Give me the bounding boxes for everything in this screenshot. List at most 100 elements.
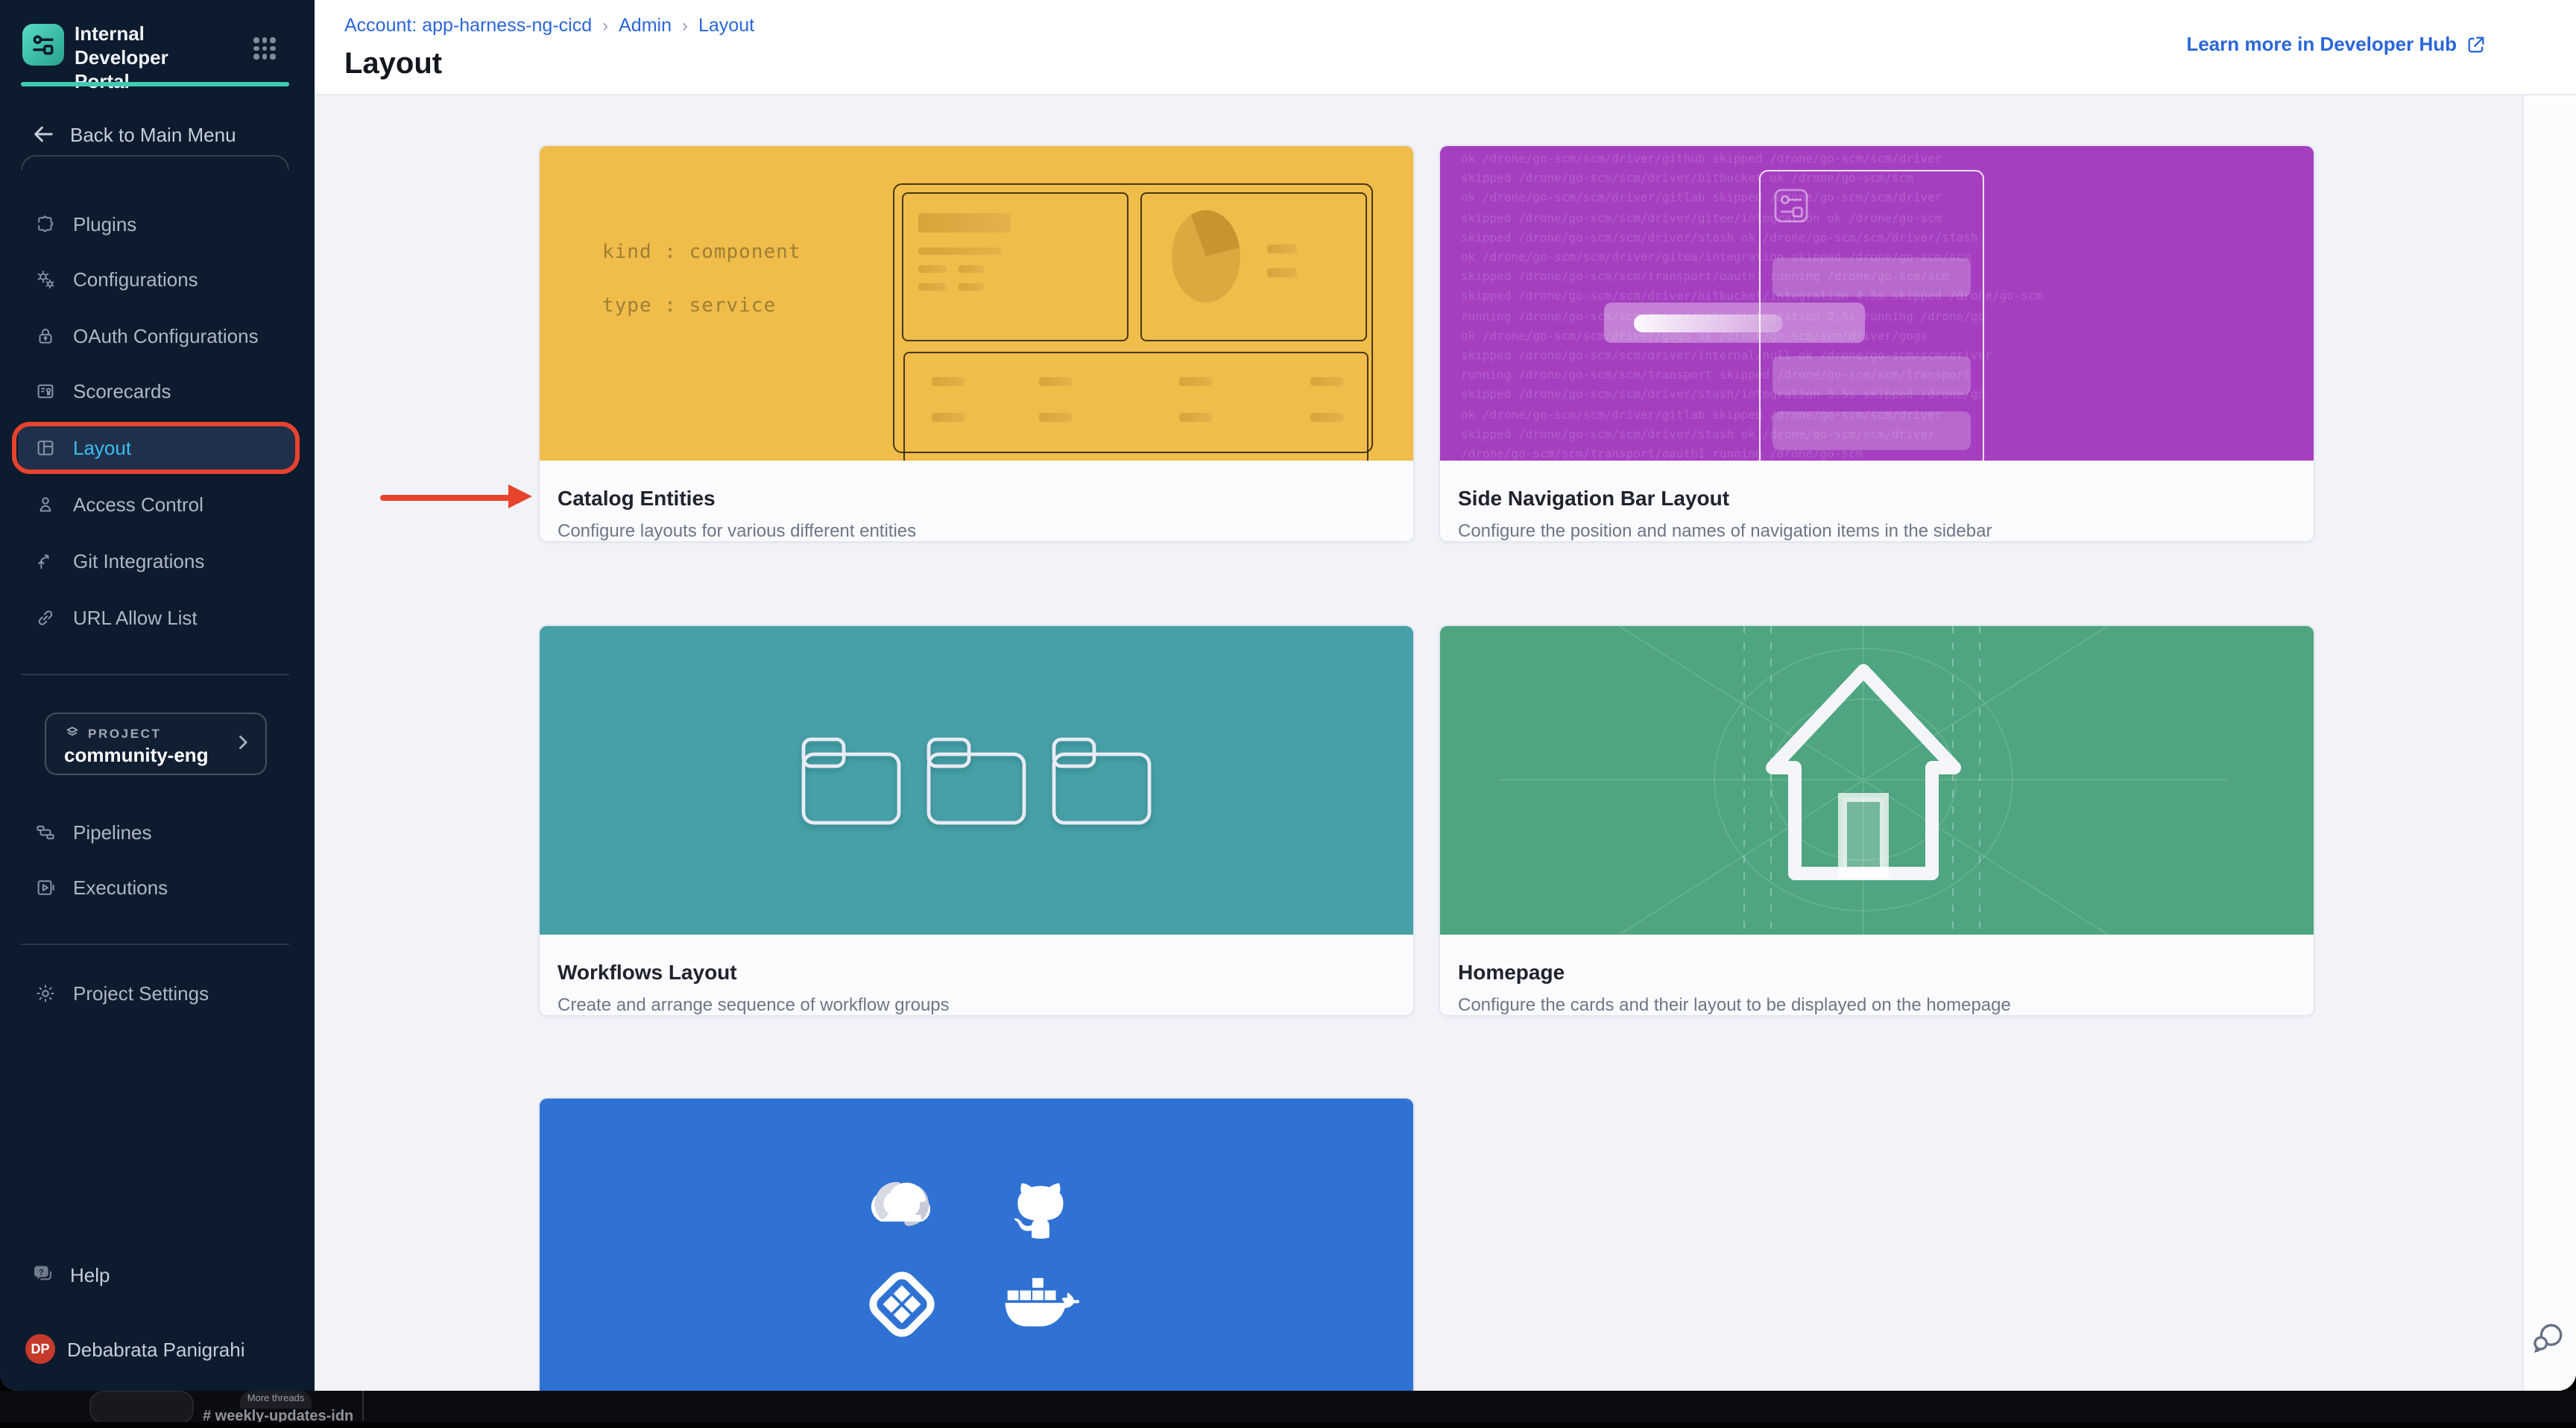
more-threads-pill: More threads: [240, 1391, 312, 1409]
project-kicker: PROJECT: [88, 725, 162, 740]
house-blueprint-icon: [1440, 626, 2314, 935]
sidebar-item-git-integrations[interactable]: Git Integrations: [18, 538, 297, 583]
link-icon: [34, 606, 57, 628]
page-title: Layout: [344, 48, 442, 82]
user-menu[interactable]: DP Debabrata Panigrahi: [18, 1328, 301, 1370]
card-side-navigation-bar-layout[interactable]: ok /drone/go-scm/scm/driver/github skipp…: [1439, 145, 2315, 543]
project-name: community-eng: [64, 744, 209, 766]
sidebar-item-oauth-configurations[interactable]: OAuth Configurations: [18, 313, 297, 358]
nav-dragged-bar: [1604, 303, 1865, 343]
card-title: Workflows Layout: [558, 960, 1395, 984]
main-content: kind : component type : service: [315, 95, 2576, 1391]
sidebar-item-project-settings[interactable]: Project Settings: [18, 970, 297, 1015]
strip-divider: [362, 1391, 364, 1421]
card-description: Configure layouts for various different …: [558, 520, 1395, 541]
chat-widget-button[interactable]: [2528, 1318, 2567, 1356]
card-catalog-entities[interactable]: kind : component type : service: [538, 145, 1415, 543]
pipelines-icon: [34, 821, 57, 843]
arrow-left-icon: [31, 122, 55, 146]
code-line: kind : component: [602, 241, 801, 264]
drag-highlight: [1634, 315, 1783, 332]
sidebar-item-label: OAuth Configurations: [73, 324, 259, 347]
breadcrumb-separator: ›: [682, 15, 688, 36]
chat-bubbles-icon: [2528, 1318, 2567, 1356]
pie-chart-shape: [1172, 210, 1240, 303]
sidebar-item-pipelines[interactable]: Pipelines: [18, 809, 297, 854]
project-selector[interactable]: PROJECT community-eng: [45, 713, 267, 775]
screen: Internal DeveloperPortal Back to Main Me…: [0, 0, 2576, 1428]
learn-more-link[interactable]: Learn more in Developer Hub: [2186, 33, 2487, 55]
svg-text:?: ?: [39, 1268, 44, 1277]
sidebar-item-label: Plugins: [73, 212, 136, 235]
github-icon: [1005, 1169, 1076, 1240]
sidebar-item-executions[interactable]: Executions: [18, 865, 297, 909]
back-to-main-menu[interactable]: Back to Main Menu: [18, 113, 297, 155]
sidebar-item-url-allow-list[interactable]: URL Allow List: [18, 595, 297, 639]
annotation-arrow-head: [508, 484, 532, 508]
breadcrumb-account[interactable]: Account: app-harness-ng-cicd: [344, 15, 592, 36]
help-label: Help: [70, 1263, 110, 1286]
folder-icon: [1049, 734, 1154, 827]
gear-icon: [34, 982, 57, 1004]
git-fork-icon: [34, 549, 57, 572]
connectors-graphic: [540, 1099, 1413, 1391]
workflows-graphic: [540, 626, 1413, 935]
card-workflows-layout[interactable]: Workflows Layout Create and arrange sequ…: [538, 625, 1415, 1017]
sidebar-item-plugins[interactable]: Plugins: [18, 201, 297, 246]
strip-bottom-line: [0, 1422, 2576, 1428]
nav-placeholder-bar: [1772, 411, 1971, 450]
avatar: DP: [25, 1334, 55, 1364]
divider: [21, 674, 289, 675]
wireframe-panel: [902, 192, 1128, 341]
nav-placeholder-bar: [1772, 258, 1971, 297]
app-switcher-icon[interactable]: [253, 37, 276, 60]
sidebar-item-configurations[interactable]: Configurations: [18, 256, 297, 301]
breadcrumb: Account: app-harness-ng-cicd › Admin › L…: [344, 15, 754, 36]
person-icon: [34, 493, 57, 515]
catalog-entities-graphic: kind : component type : service: [540, 146, 1413, 461]
sidebar-item-label: Scorecards: [73, 379, 171, 402]
layers-icon: [64, 724, 80, 741]
gcloud-icon: [865, 1172, 939, 1234]
right-rail: [2522, 95, 2576, 1391]
sliders-logo-outline-icon: [1772, 188, 1810, 224]
card-homepage[interactable]: Homepage Configure the cards and their l…: [1439, 625, 2315, 1017]
sidebar-item-label: Git Integrations: [73, 549, 204, 572]
background-window-strip[interactable]: More threads # weekly-updates-idn: [0, 1391, 2576, 1428]
puzzle-icon: [34, 212, 57, 235]
folder-icon: [924, 734, 1029, 827]
divider: [21, 944, 289, 945]
card-title: Catalog Entities: [558, 486, 1395, 510]
side-nav-graphic: ok /drone/go-scm/scm/driver/github skipp…: [1440, 146, 2314, 461]
breadcrumb-layout[interactable]: Layout: [698, 15, 754, 36]
app-window: Internal DeveloperPortal Back to Main Me…: [0, 0, 2576, 1391]
app-logo[interactable]: [22, 24, 64, 66]
sidebar-item-help[interactable]: ? Help: [18, 1254, 297, 1295]
diamond-grid-icon: [868, 1270, 936, 1339]
external-link-icon: [2466, 34, 2487, 54]
sidebar-item-access-control[interactable]: Access Control: [18, 481, 297, 526]
homepage-graphic: [1440, 626, 2314, 935]
breadcrumb-admin[interactable]: Admin: [619, 15, 672, 36]
section-outline: [21, 155, 289, 170]
sidebar-item-layout[interactable]: Layout: [18, 425, 297, 470]
card-title: Homepage: [1458, 960, 2296, 984]
folder-icon: [799, 734, 903, 827]
card-connectors[interactable]: [538, 1097, 1415, 1391]
sidebar-item-scorecards[interactable]: Scorecards: [18, 368, 297, 413]
page-header: Account: app-harness-ng-cicd › Admin › L…: [315, 0, 2576, 95]
docker-icon: [1005, 1274, 1079, 1334]
sidebar-item-label: Executions: [73, 876, 168, 898]
sliders-logo-icon: [30, 31, 57, 58]
sidebar-item-label: URL Allow List: [73, 606, 198, 628]
card-title: Side Navigation Bar Layout: [1458, 486, 2296, 510]
gears-icon: [34, 268, 57, 290]
layout-icon: [34, 436, 57, 458]
sidebar-item-label: Configurations: [73, 268, 198, 290]
sidebar-item-label: Access Control: [73, 493, 203, 515]
executions-icon: [34, 876, 57, 898]
wireframe-panel: [1140, 192, 1367, 341]
lock-icon: [34, 324, 57, 347]
code-line: type : service: [602, 295, 776, 317]
help-chat-icon: ?: [31, 1263, 55, 1286]
